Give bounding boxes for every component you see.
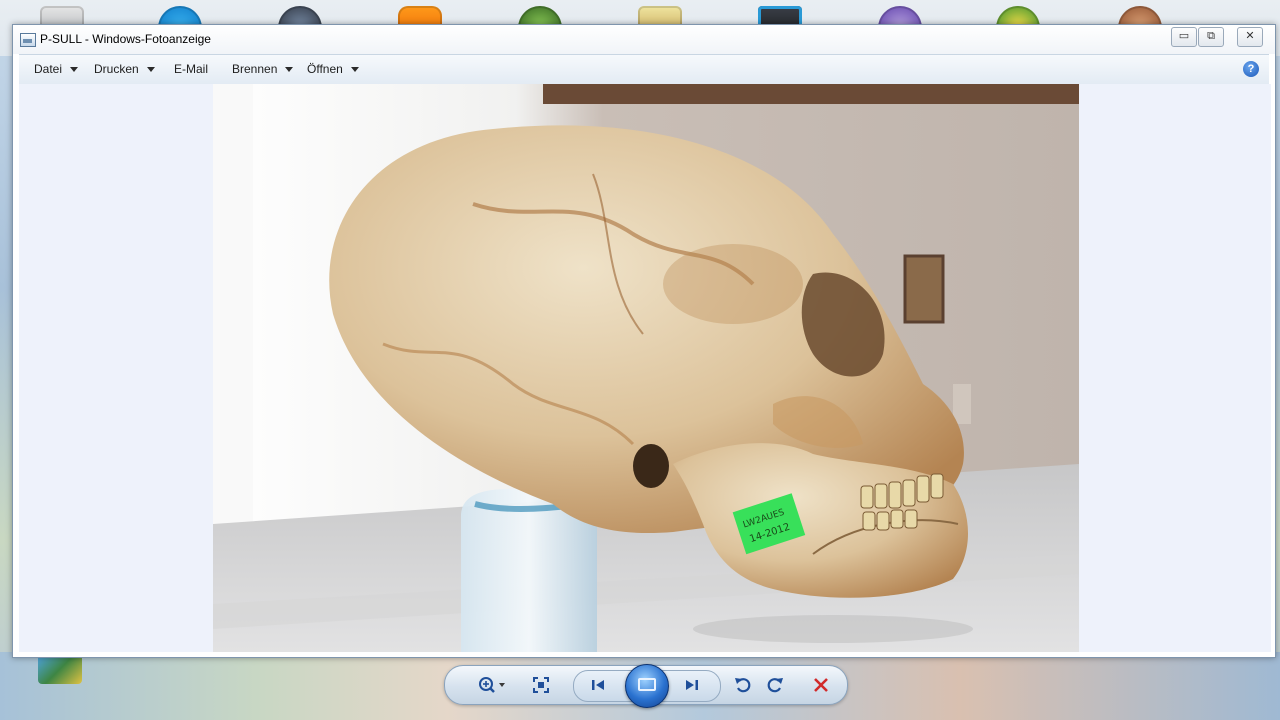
- photo-image: LW2AUES 14-2012: [213, 84, 1079, 652]
- actual-size-icon: [533, 677, 549, 693]
- viewer-control-bar: [444, 664, 848, 708]
- photo-viewer-window: P-SULL - Windows-Fotoanzeige ▭ ⧉ ✕ Datei…: [12, 24, 1276, 658]
- google-chrome-shortcut-icon[interactable]: [38, 654, 82, 684]
- menu-oeffnen[interactable]: Öffnen: [307, 55, 359, 84]
- rotate-clockwise-icon: [767, 678, 783, 693]
- menu-drucken[interactable]: Drucken: [94, 55, 155, 84]
- slideshow-icon: [638, 678, 656, 691]
- photo-viewer-app-icon: [20, 33, 36, 47]
- image-viewport: LW2AUES 14-2012: [19, 84, 1271, 652]
- chevron-down-icon: [146, 67, 155, 73]
- chevron-down-icon: [285, 67, 294, 73]
- zoom-icon: [479, 677, 505, 693]
- minimize-button[interactable]: ▭: [1171, 27, 1197, 47]
- slideshow-button[interactable]: [625, 664, 669, 708]
- menu-datei[interactable]: Datei: [34, 55, 79, 84]
- actual-size-button[interactable]: [529, 675, 553, 695]
- menu-datei-label: Datei: [34, 62, 63, 76]
- help-icon[interactable]: ?: [1243, 61, 1259, 77]
- title-bar[interactable]: P-SULL - Windows-Fotoanzeige ▭ ⧉ ✕: [13, 25, 1275, 54]
- zoom-button[interactable]: [475, 675, 509, 695]
- close-button[interactable]: ✕: [1237, 27, 1263, 47]
- window-title: P-SULL - Windows-Fotoanzeige: [40, 32, 211, 46]
- chevron-down-icon: [70, 67, 79, 73]
- delete-button[interactable]: [809, 675, 833, 695]
- menu-brennen-label: Brennen: [232, 62, 278, 76]
- rotate-clockwise-button[interactable]: [763, 675, 787, 695]
- previous-icon: [592, 680, 604, 690]
- next-button[interactable]: [680, 675, 704, 695]
- delete-icon: [814, 678, 828, 692]
- menu-oeffnen-label: Öffnen: [307, 62, 343, 76]
- rotate-counterclockwise-button[interactable]: [731, 675, 755, 695]
- rotate-counterclockwise-icon: [735, 678, 751, 693]
- menu-bar: Datei Drucken E-Mail Brennen Öffnen ?: [19, 54, 1269, 85]
- previous-button[interactable]: [586, 675, 610, 695]
- menu-brennen[interactable]: Brennen: [232, 55, 294, 84]
- maximize-button[interactable]: ⧉: [1198, 27, 1224, 47]
- next-icon: [686, 680, 698, 690]
- menu-email[interactable]: E-Mail: [174, 55, 208, 84]
- chevron-down-icon: [350, 67, 359, 73]
- menu-email-label: E-Mail: [174, 62, 209, 76]
- menu-drucken-label: Drucken: [94, 62, 139, 76]
- photo[interactable]: LW2AUES 14-2012: [213, 84, 1079, 652]
